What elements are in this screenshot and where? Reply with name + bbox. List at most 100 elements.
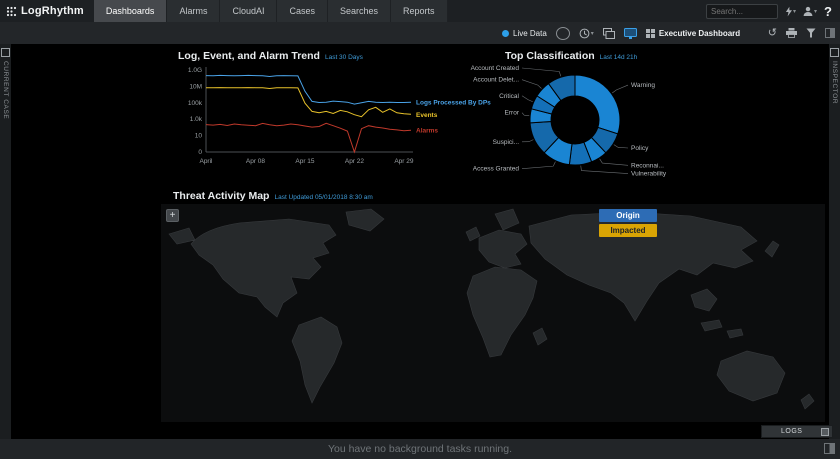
classification-subtitle: Last 14d 21h bbox=[600, 54, 638, 61]
printer-icon bbox=[786, 28, 797, 38]
logs-expand-icon[interactable] bbox=[821, 428, 829, 436]
label-leader-line bbox=[522, 140, 533, 142]
threat-map-panel: Threat Activity Map Last Updated 05/01/20… bbox=[161, 190, 829, 422]
map-zoom-in-button[interactable]: + bbox=[166, 209, 179, 222]
time-range-button[interactable]: ▾ bbox=[579, 28, 594, 39]
current-case-label: CURRENT CASE bbox=[2, 61, 9, 119]
logs-panel-bar[interactable]: LOGS bbox=[761, 425, 833, 438]
reset-button[interactable]: ↺ bbox=[768, 28, 777, 39]
label-leader-line bbox=[522, 80, 541, 89]
display-view-button[interactable] bbox=[624, 28, 637, 39]
tab-dashboards[interactable]: Dashboards bbox=[94, 0, 168, 22]
trend-panel-title: Log, Event, and Alarm Trend Last 30 Days bbox=[166, 50, 511, 62]
x-tick-label: Apr 15 bbox=[295, 158, 315, 165]
filter-funnel-icon bbox=[806, 28, 816, 38]
current-case-strip[interactable]: CURRENT CASE bbox=[0, 44, 11, 439]
donut-slice-label: Critical bbox=[499, 93, 519, 100]
print-button[interactable] bbox=[786, 28, 797, 38]
x-tick-label: April bbox=[199, 158, 213, 165]
series-line bbox=[206, 123, 411, 152]
donut-slice[interactable] bbox=[575, 75, 620, 134]
dashboard-content: Log, Event, and Alarm TrendLast 30 Days … bbox=[11, 44, 829, 439]
monitor-active-icon bbox=[624, 28, 637, 39]
inspector-icon bbox=[830, 48, 839, 57]
classification-panel-title: Top Classification Last 14d 21h bbox=[505, 50, 805, 62]
classification-panel: Top Classification Last 14d 21h Warning Po… bbox=[505, 50, 805, 190]
world-map[interactable]: + Origin Impacted bbox=[161, 204, 825, 422]
live-data-indicator-icon bbox=[502, 30, 509, 37]
inspector-toggle-icon[interactable] bbox=[825, 28, 835, 38]
classification-donut-chart: WarningPolicyReconnai...VulnerabilityAcc… bbox=[451, 62, 751, 190]
world-map-svg bbox=[161, 204, 825, 422]
map-legend: Origin Impacted bbox=[599, 209, 657, 237]
donut-slice-label: Account Created bbox=[471, 65, 520, 72]
nav-right-controls: ▾ ▾ ? bbox=[706, 0, 840, 22]
trend-subtitle: Last 30 Days bbox=[325, 54, 363, 61]
carousel-button[interactable] bbox=[603, 28, 615, 39]
logrhythm-logo: LogRhythm bbox=[0, 0, 94, 22]
tasks-panel-toggle-icon[interactable] bbox=[824, 443, 835, 454]
label-leader-line bbox=[522, 68, 561, 76]
label-leader-line bbox=[522, 113, 529, 116]
legend-impacted-button[interactable]: Impacted bbox=[599, 224, 657, 237]
logrhythm-dashboard: LogRhythm Dashboards Alarms CloudAI Case… bbox=[0, 0, 840, 459]
series-label: Events bbox=[416, 112, 438, 119]
donut-slice-label: Error bbox=[505, 110, 520, 117]
carousel-icon bbox=[603, 28, 615, 39]
map-subtitle: Last Updated 05/01/2018 8:30 am bbox=[274, 194, 372, 201]
pause-button[interactable] bbox=[556, 27, 570, 40]
donut-slice-label: Policy bbox=[631, 145, 649, 152]
tab-alarms[interactable]: Alarms bbox=[167, 0, 220, 22]
label-leader-line bbox=[614, 145, 628, 148]
donut-slice-label: Account Delet... bbox=[473, 77, 519, 84]
donut-slice-label: Warning bbox=[631, 82, 655, 89]
continents bbox=[169, 209, 814, 409]
user-menu-button[interactable]: ▾ bbox=[803, 6, 817, 16]
donut-slice-label: Suspici... bbox=[493, 139, 520, 146]
tab-cloudai[interactable]: CloudAI bbox=[220, 0, 277, 22]
logo-dots-icon bbox=[6, 6, 17, 17]
dashboard-name: Executive Dashboard bbox=[659, 29, 740, 38]
tab-searches[interactable]: Searches bbox=[328, 0, 391, 22]
donut-slice-label: Access Granted bbox=[473, 166, 520, 173]
map-panel-title: Threat Activity Map Last Updated 05/01/20… bbox=[161, 190, 829, 202]
x-tick-label: Apr 08 bbox=[246, 158, 266, 165]
series-line bbox=[206, 75, 411, 104]
y-tick-label: 0 bbox=[198, 149, 202, 156]
toolbar-right: ↺ bbox=[768, 22, 835, 44]
search-input[interactable] bbox=[706, 4, 778, 19]
label-leader-line bbox=[522, 96, 533, 102]
caret-down-icon: ▾ bbox=[591, 30, 594, 37]
y-tick-label: 1.0k bbox=[190, 116, 203, 123]
label-leader-line bbox=[522, 162, 555, 169]
help-icon: ? bbox=[824, 5, 832, 18]
y-tick-label: 1.0G bbox=[188, 67, 202, 74]
y-tick-label: 10M bbox=[189, 83, 202, 90]
label-leader-line bbox=[600, 159, 628, 165]
y-tick-label: 100k bbox=[188, 100, 203, 107]
clock-icon bbox=[579, 28, 590, 39]
inspector-label: INSPECTOR bbox=[831, 61, 838, 104]
inspector-strip[interactable]: INSPECTOR bbox=[829, 44, 840, 439]
quick-actions-button[interactable]: ▾ bbox=[785, 6, 796, 17]
label-leader-line bbox=[612, 85, 628, 93]
lightning-icon bbox=[785, 6, 792, 17]
dashboard-selector[interactable]: Executive Dashboard bbox=[646, 29, 740, 38]
trend-title-text: Log, Event, and Alarm Trend bbox=[178, 50, 320, 62]
live-data-toggle[interactable]: Live Data bbox=[502, 29, 547, 38]
status-bar: You have no background tasks running. bbox=[0, 439, 840, 459]
filter-button[interactable] bbox=[806, 28, 816, 38]
help-button[interactable]: ? bbox=[824, 5, 832, 18]
user-icon bbox=[803, 6, 813, 16]
label-leader-line bbox=[581, 166, 628, 174]
case-icon bbox=[1, 48, 10, 57]
live-data-label: Live Data bbox=[513, 29, 547, 38]
map-title-text: Threat Activity Map bbox=[173, 190, 269, 202]
tab-cases[interactable]: Cases bbox=[277, 0, 328, 22]
tab-reports[interactable]: Reports bbox=[391, 0, 448, 22]
x-tick-label: Apr 22 bbox=[345, 158, 365, 165]
classification-title-text: Top Classification bbox=[505, 50, 595, 62]
caret-down-icon: ▾ bbox=[793, 8, 796, 15]
legend-origin-button[interactable]: Origin bbox=[599, 209, 657, 222]
background-tasks-message: You have no background tasks running. bbox=[328, 443, 512, 455]
